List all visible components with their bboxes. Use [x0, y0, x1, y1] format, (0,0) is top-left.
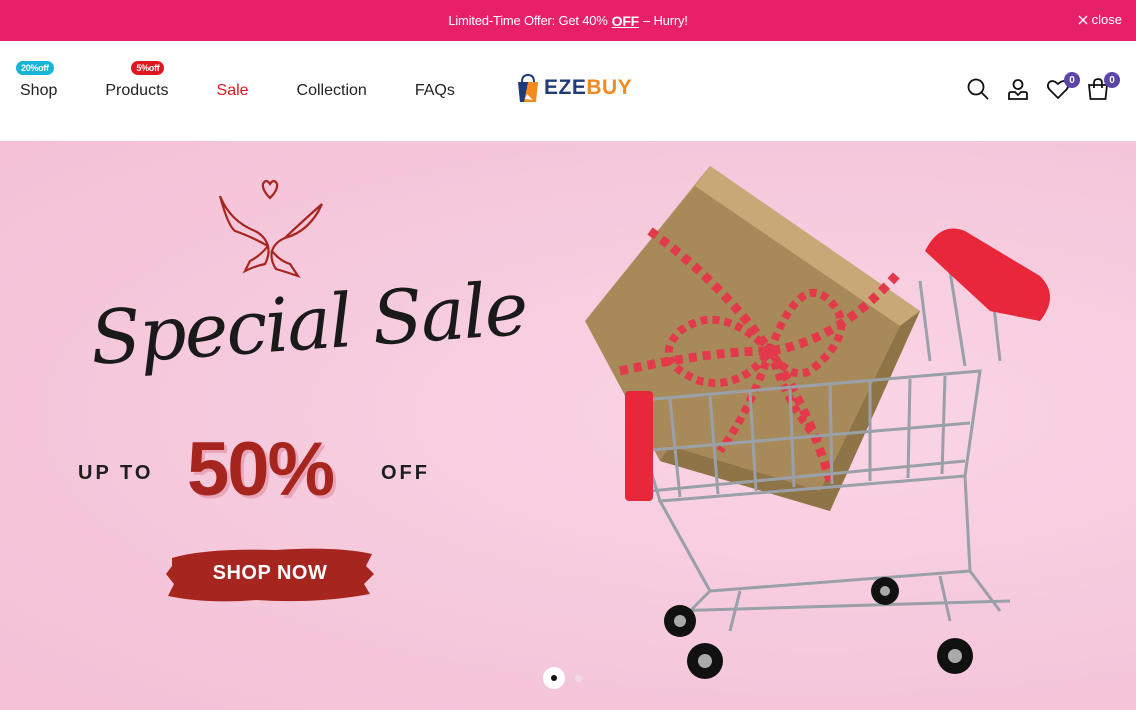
announcement-bar: Limited-Time Offer: Get 40% OFF – Hurry!…: [0, 0, 1136, 41]
wishlist-count: 0: [1064, 72, 1080, 88]
nav-badge-shop: 20%off: [16, 61, 54, 75]
main-nav: 20%off Shop 5%off Products Sale Collecti…: [16, 41, 503, 141]
site-header: 20%off Shop 5%off Products Sale Collecti…: [0, 41, 1136, 141]
nav-item-label: Products: [105, 82, 169, 99]
search-button[interactable]: [966, 77, 990, 103]
announcement-suffix: – Hurry!: [643, 13, 688, 28]
close-label: close: [1091, 12, 1122, 27]
search-icon: [967, 78, 989, 100]
nav-item-collection[interactable]: Collection: [297, 82, 367, 100]
account-button[interactable]: [1006, 77, 1030, 103]
doves-heart-icon: [218, 179, 324, 279]
announcement-close-button[interactable]: close: [1078, 12, 1122, 27]
shopping-bag-logo-icon: [518, 73, 538, 102]
nav-item-label: Sale: [216, 82, 249, 99]
shopping-cart-gift-image: [585, 166, 1050, 679]
user-icon: [1008, 79, 1028, 100]
nav-item-label: Collection: [296, 82, 367, 99]
slider-pagination: [543, 667, 582, 689]
hero-off: OFF: [381, 462, 430, 484]
nav-item-products[interactable]: 5%off Products: [105, 61, 169, 100]
logo-text: EZEBUY: [544, 76, 632, 100]
logo-text-buy: BUY: [586, 76, 633, 99]
header-icons: 0 0: [966, 72, 1120, 103]
announcement-text: Limited-Time Offer: Get 40% OFF – Hurry!: [448, 13, 688, 29]
nav-item-label: Shop: [20, 82, 58, 99]
hero-percent: 50%: [187, 427, 335, 512]
logo-text-eze: EZE: [544, 76, 587, 99]
shop-now-button[interactable]: SHOP NOW: [166, 544, 374, 606]
hero-banner: Special Sale UP TO 50% OFF SHOP NOW: [0, 141, 1136, 710]
nav-item-shop[interactable]: 20%off Shop: [16, 61, 58, 100]
site-logo[interactable]: EZEBUY: [515, 72, 632, 104]
shop-now-label: SHOP NOW: [212, 562, 328, 584]
announcement-prefix: Limited-Time Offer: Get 40%: [448, 13, 608, 28]
nav-item-faqs[interactable]: FAQs: [415, 82, 455, 100]
slider-dot-2[interactable]: [575, 674, 582, 682]
hero-up-to: UP TO: [78, 462, 154, 484]
cart-button[interactable]: 0: [1086, 72, 1120, 103]
announcement-highlight[interactable]: OFF: [612, 13, 640, 29]
wishlist-button[interactable]: 0: [1046, 72, 1080, 103]
close-icon: [1078, 15, 1088, 24]
cart-count: 0: [1104, 72, 1120, 88]
slider-dot-1[interactable]: [543, 667, 565, 689]
nav-item-label: FAQs: [414, 82, 455, 99]
nav-badge-products: 5%off: [131, 61, 165, 75]
nav-item-sale[interactable]: Sale: [217, 82, 249, 100]
